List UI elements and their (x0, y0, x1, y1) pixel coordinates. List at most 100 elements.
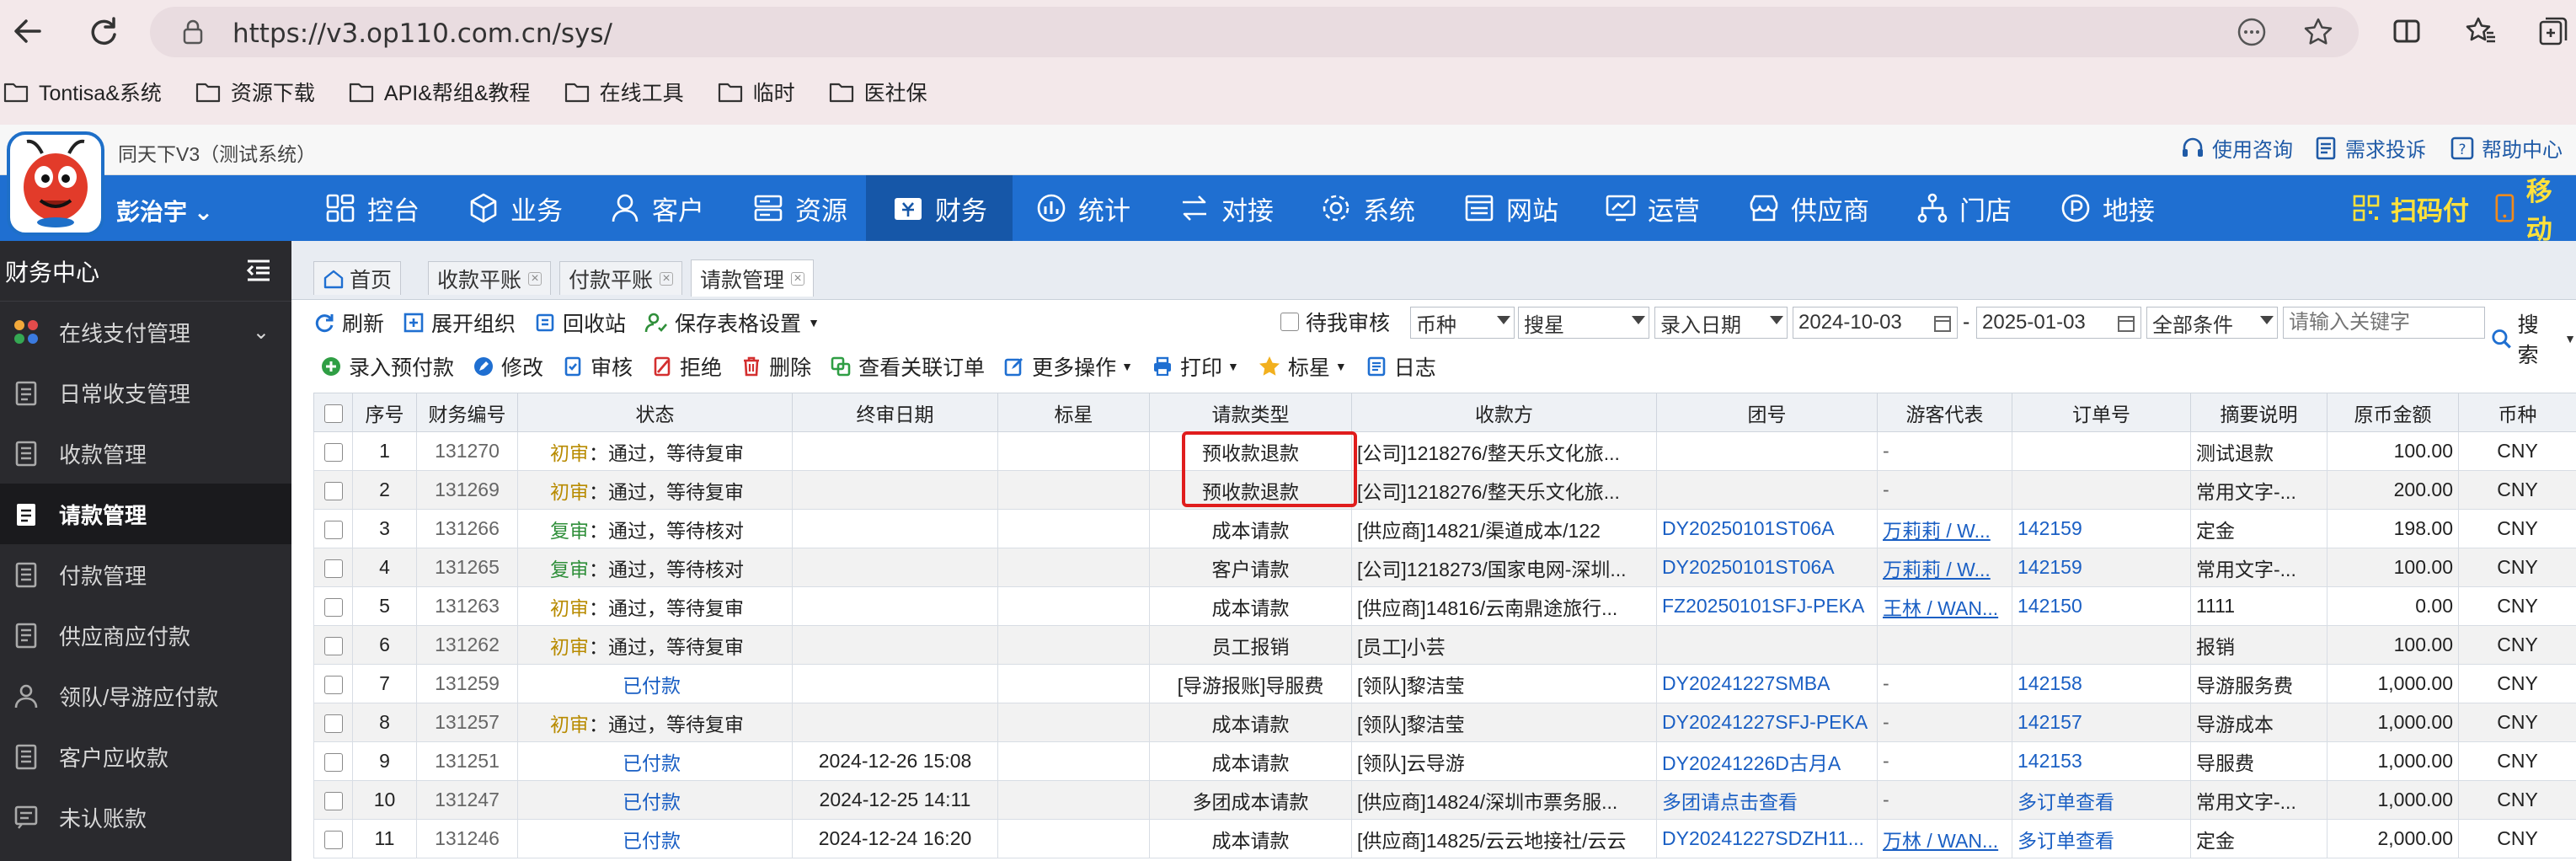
table-row[interactable]: 9 131251 已付款 2024-12-26 15:08 成本请款 [领队]云… (313, 741, 2576, 781)
mobile-button[interactable]: 移动 (2493, 175, 2576, 244)
recycle-bin-button[interactable]: 回收站 (534, 308, 626, 338)
row-checkbox[interactable] (323, 520, 343, 539)
cell-group[interactable]: DY20241227SMBA (1656, 664, 1878, 703)
table-row[interactable]: 5 131263 初审：通过，等待复审 成本请款 [供应商]14816/云南鼎途… (313, 586, 2576, 626)
delete-button[interactable]: 删除 (740, 351, 811, 382)
currency-select[interactable]: 币种 (1410, 307, 1515, 339)
sidebar-item-unconfirmed[interactable]: 未认账款 (0, 787, 291, 848)
cell-order[interactable]: 142159 (2012, 548, 2191, 587)
table-row[interactable]: 6 131262 初审：通过，等待复审 员工报销 [员工]小芸 报销 100.0… (313, 625, 2576, 665)
row-checkbox[interactable] (323, 752, 343, 772)
row-checkbox[interactable] (323, 597, 343, 617)
back-icon[interactable] (7, 10, 49, 52)
cell-order[interactable] (2012, 431, 2191, 471)
row-select-cell[interactable] (313, 509, 353, 548)
nav-store[interactable]: 门店 (1905, 175, 2022, 241)
table-row[interactable]: 10 131247 已付款 2024-12-25 14:11 多团成本请款 [供… (313, 780, 2576, 820)
column-header[interactable]: 收款方 (1351, 393, 1657, 432)
edit-button[interactable]: 修改 (473, 351, 543, 382)
table-row[interactable]: 3 131266 复审：通过，等待核对 成本请款 [供应商]14821/渠道成本… (313, 509, 2576, 548)
row-select-cell[interactable] (313, 741, 353, 781)
help-center[interactable]: ? 帮助中心 (2450, 133, 2563, 163)
bookmark-folder[interactable]: Tontisa&系统 (3, 77, 162, 107)
favorite-star-icon[interactable] (2303, 17, 2333, 47)
cell-group[interactable]: DY20241226D古月A (1656, 741, 1878, 781)
cell-group[interactable]: 多团请点击查看 (1656, 780, 1878, 820)
star-button[interactable]: 标星 ▼ (1258, 351, 1347, 382)
help-complaint[interactable]: 需求投诉 (2313, 133, 2426, 163)
date-to-input[interactable]: 2025-01-03 (1976, 307, 2141, 339)
row-select-cell[interactable] (313, 586, 353, 626)
sidebar-item-payment[interactable]: 付款管理 (0, 544, 291, 605)
nav-customer[interactable]: 客户 (598, 175, 714, 241)
select-all-header[interactable] (313, 393, 353, 432)
tab-receipt-balance[interactable]: 收款平账 × (428, 261, 552, 295)
bookmark-folder[interactable]: 临时 (718, 77, 795, 107)
refresh-button[interactable]: 刷新 (313, 308, 384, 338)
close-icon[interactable]: × (791, 271, 805, 286)
add-prepayment-button[interactable]: 录入预付款 (320, 351, 454, 382)
save-table-settings-button[interactable]: 保存表格设置 ▼ (644, 308, 820, 338)
reload-icon[interactable] (83, 10, 125, 52)
tab-home[interactable]: 首页 (313, 261, 402, 295)
row-checkbox[interactable] (323, 714, 343, 733)
cell-group[interactable] (1656, 470, 1878, 510)
row-select-cell[interactable] (313, 431, 353, 471)
sidebar-item-supplier-payable[interactable]: 供应商应付款 (0, 605, 291, 666)
nav-connect[interactable]: 对接 (1168, 175, 1284, 241)
keyword-input[interactable] (2283, 307, 2485, 339)
close-icon[interactable]: × (528, 271, 542, 286)
column-header[interactable]: 团号 (1656, 393, 1878, 432)
log-button[interactable]: 日志 (1365, 351, 1436, 382)
row-select-cell[interactable] (313, 548, 353, 587)
tab-payment-balance[interactable]: 付款平账 × (559, 261, 683, 295)
row-checkbox[interactable] (323, 791, 343, 810)
condition-select[interactable]: 全部条件 (2146, 307, 2278, 339)
sidebar-item-guide-payable[interactable]: 领队/导游应付款 (0, 666, 291, 726)
tab-request-management[interactable]: 请款管理 × (691, 259, 815, 297)
column-header[interactable]: 游客代表 (1877, 393, 2012, 432)
nav-resource[interactable]: 资源 (741, 175, 858, 241)
help-consult[interactable]: 使用咨询 (2180, 133, 2293, 163)
table-row[interactable]: 4 131265 复审：通过，等待核对 客户请款 [公司]1218273/国家电… (313, 548, 2576, 587)
row-checkbox[interactable] (323, 442, 343, 462)
nav-business[interactable]: 业务 (457, 175, 573, 241)
sidebar-item-online-pay[interactable]: 在线支付管理 ⌄ (0, 302, 291, 362)
bookmark-folder[interactable]: API&帮组&教程 (349, 77, 531, 107)
split-view-icon[interactable] (2386, 10, 2428, 52)
cell-order[interactable]: 142158 (2012, 664, 2191, 703)
cell-order[interactable]: 多订单查看 (2012, 819, 2191, 858)
nav-stats[interactable]: 统计 (1024, 175, 1141, 241)
cell-group[interactable] (1656, 431, 1878, 471)
nav-finance[interactable]: 财务 (866, 175, 1013, 241)
cell-group[interactable]: DY20250101ST06A (1656, 548, 1878, 587)
calendar-icon[interactable] (1933, 314, 1952, 333)
scan-pay-button[interactable]: 扫码付 (2352, 175, 2469, 241)
row-select-cell[interactable] (313, 470, 353, 510)
column-header[interactable]: 摘要说明 (2190, 393, 2327, 432)
print-button[interactable]: 打印 ▼ (1152, 351, 1239, 382)
table-row[interactable]: 8 131257 初审：通过，等待复审 成本请款 [领队]黎洁莹 DY20241… (313, 703, 2576, 742)
close-icon[interactable]: × (660, 271, 674, 286)
row-select-cell[interactable] (313, 780, 353, 820)
row-select-cell[interactable] (313, 625, 353, 665)
column-header[interactable]: 终审日期 (792, 393, 998, 432)
cell-rep[interactable]: 万莉莉 / W... (1877, 509, 2012, 548)
review-button[interactable]: 审核 (562, 351, 633, 382)
nav-supplier[interactable]: 供应商 (1737, 175, 1879, 241)
table-row[interactable]: 2 131269 初审：通过，等待复审 预收款退款 [公司]1218276/整天… (313, 470, 2576, 510)
star-select[interactable]: 搜星 (1518, 307, 1649, 339)
view-linked-orders-button[interactable]: 查看关联订单 (830, 351, 985, 382)
row-checkbox[interactable] (323, 559, 343, 578)
select-all-checkbox[interactable] (323, 404, 343, 423)
nav-operation[interactable]: 运营 (1594, 175, 1710, 241)
table-row[interactable]: 11 131246 已付款 2024-12-24 16:20 成本请款 [供应商… (313, 819, 2576, 858)
collections-icon[interactable] (2532, 10, 2574, 52)
cell-group[interactable]: DY20250101ST06A (1656, 509, 1878, 548)
row-checkbox[interactable] (323, 830, 343, 849)
cell-group[interactable]: FZ20250101SFJ-PEKA (1656, 586, 1878, 626)
column-header[interactable]: 状态 (517, 393, 793, 432)
cell-order[interactable]: 142159 (2012, 509, 2191, 548)
bookmark-folder[interactable]: 资源下载 (195, 77, 315, 107)
sidebar-item-receipt[interactable]: 收款管理 (0, 423, 291, 484)
